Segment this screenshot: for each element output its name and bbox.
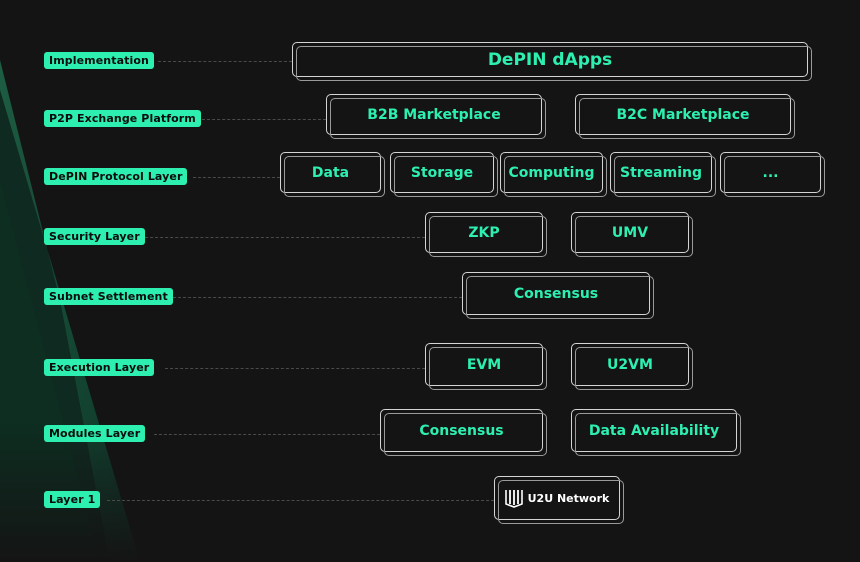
connector-line [165,368,425,369]
box-more: ... [720,152,825,197]
connector-line [154,434,380,435]
box-modules-consensus: Consensus [380,409,547,456]
layer-label-implementation: Implementation [44,52,154,69]
layer-label-layer-1: Layer 1 [44,491,101,508]
box-b2c-marketplace: B2C Marketplace [575,94,795,139]
box-subnet-consensus: Consensus [462,272,654,319]
connector-line [173,297,462,298]
layer-label-subnet-settlement: Subnet Settlement [44,288,173,305]
box-data-availability: Data Availability [571,409,741,456]
layer-label-security: Security Layer [44,228,145,245]
box-zkp: ZKP [425,212,547,257]
box-umv: UMV [571,212,693,257]
connector-line [145,237,425,238]
connector-line [193,177,280,178]
box-storage: Storage [390,152,498,197]
box-b2b-marketplace: B2B Marketplace [326,94,546,139]
layer-label-p2p-exchange: P2P Exchange Platform [44,110,201,127]
layer-label-depin-protocol: DePIN Protocol Layer [44,168,188,185]
connector-line [202,119,326,120]
u2u-network-label: U2U Network [527,491,610,505]
background-stripe [0,60,200,562]
box-computing: Computing [500,152,607,197]
box-data: Data [280,152,385,197]
box-evm: EVM [425,343,547,390]
connector-line [107,500,494,501]
box-u2u-network: U2U Network [494,476,624,524]
layer-label-execution: Execution Layer [44,359,155,376]
u2u-logo-icon [504,488,523,508]
box-streaming: Streaming [610,152,716,197]
connector-line [158,61,292,62]
layer-label-modules: Modules Layer [44,425,146,442]
box-depin-dapps: DePIN dApps [292,42,812,81]
box-u2vm: U2VM [571,343,693,390]
